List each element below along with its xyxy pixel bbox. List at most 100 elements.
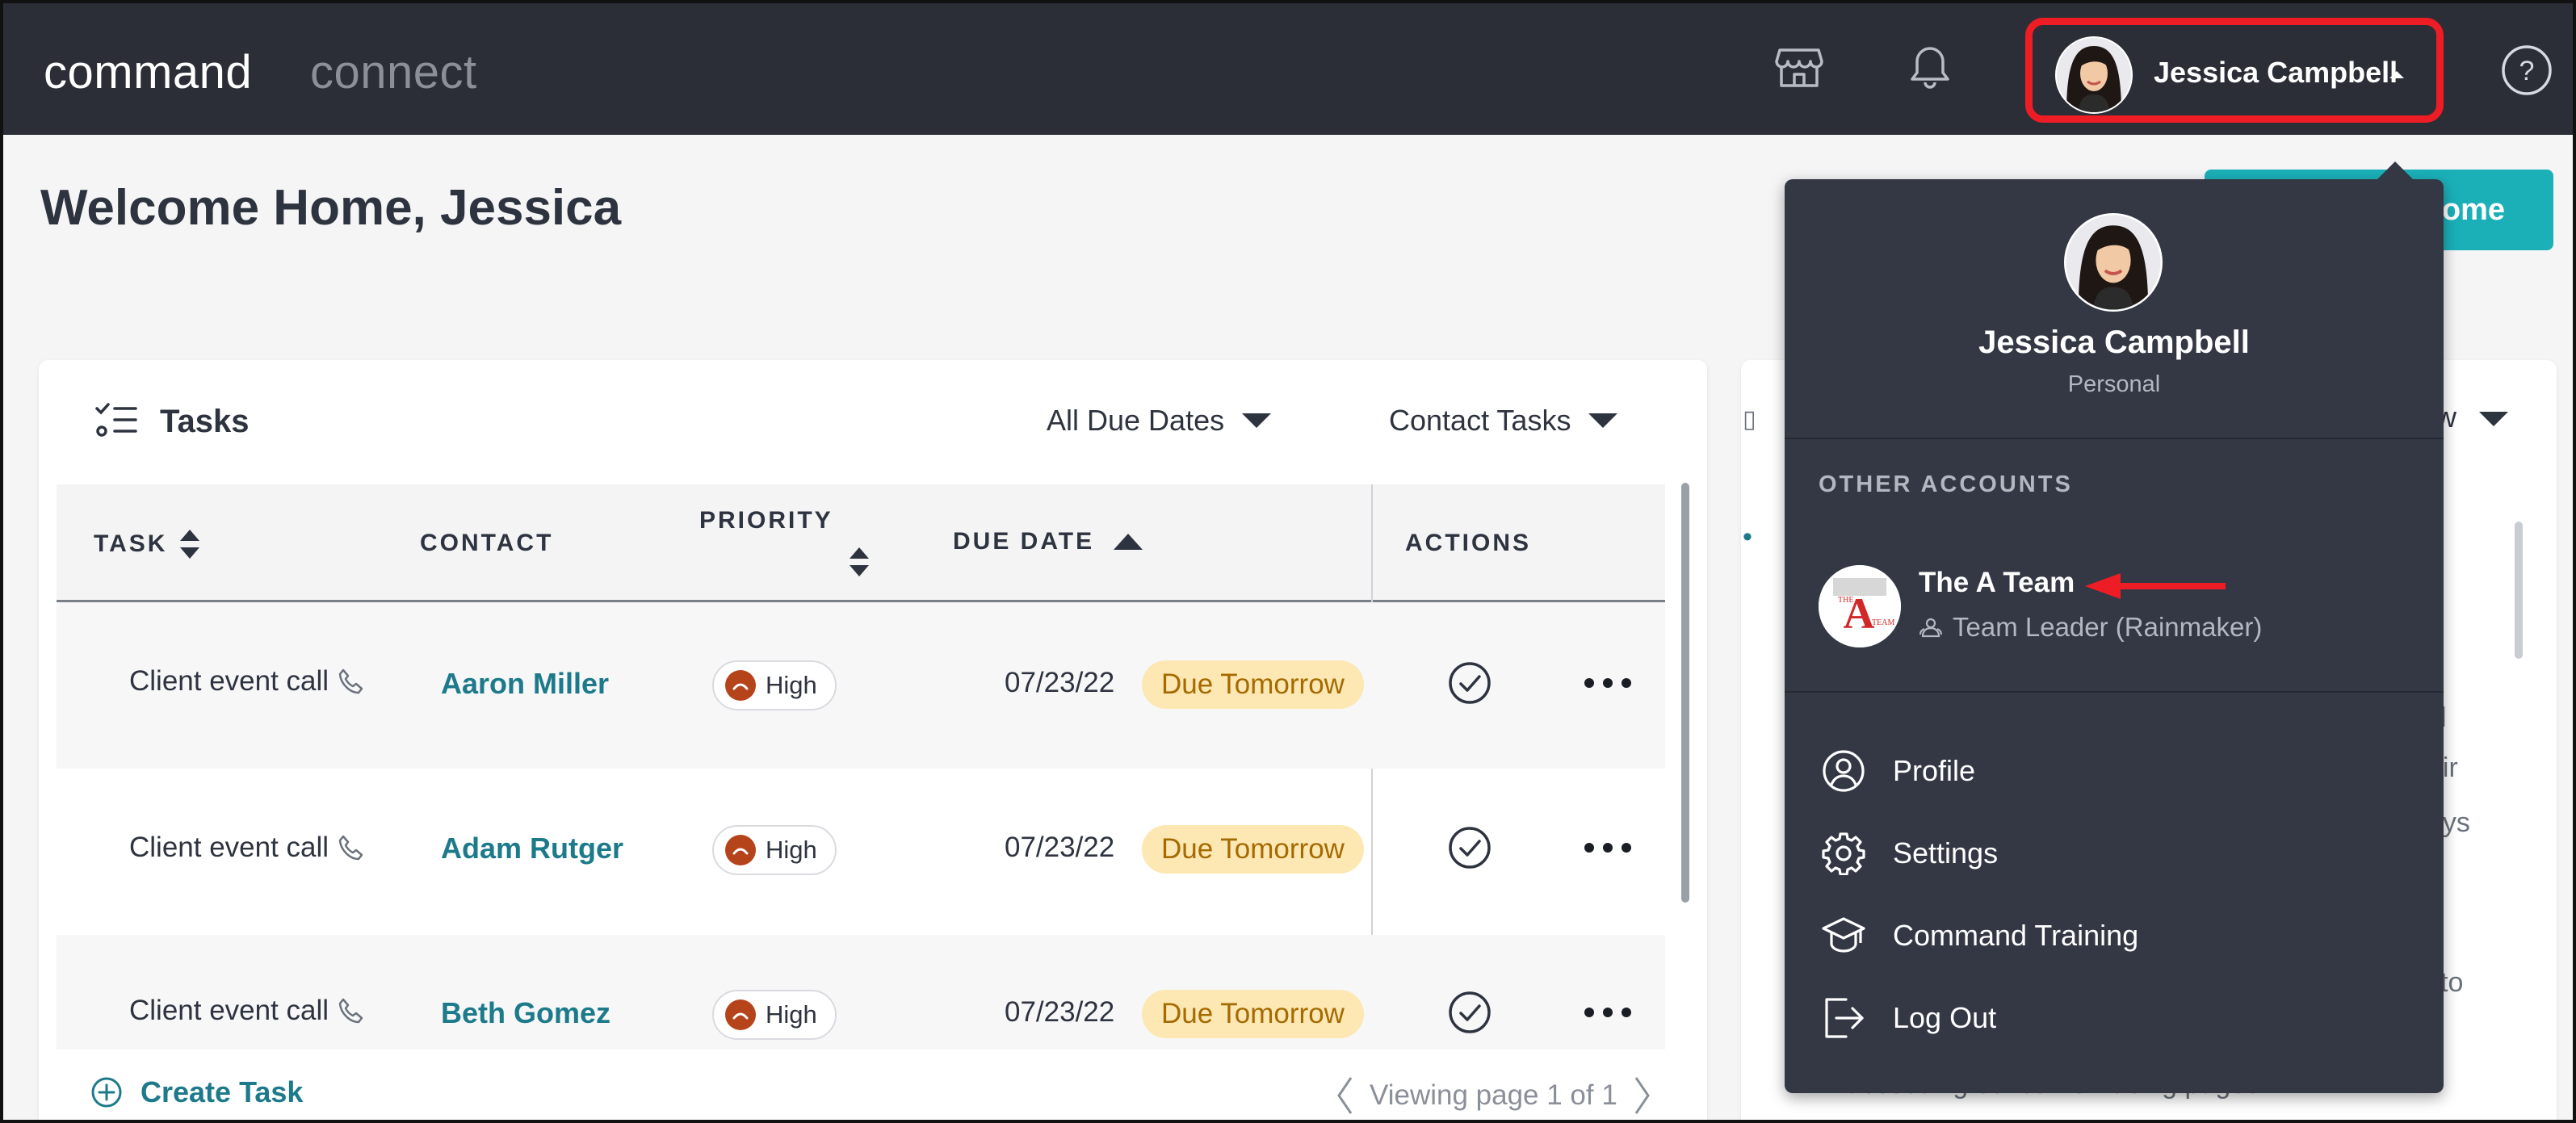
user-name: Jessica Campbell [2154, 56, 2398, 89]
account-role: Team Leader (Rainmaker) [1919, 612, 2262, 643]
tasks-table-header: TASK CONTACT PRIORITY DUE DATE ACTIONS [57, 484, 1665, 602]
table-row[interactable]: Client event call Beth Gomez High 07/23/… [57, 935, 1665, 1050]
actions-column-header: ACTIONS [1405, 530, 1531, 556]
due-date-column-header[interactable]: DUE DATE [953, 528, 1144, 555]
svg-text:THE: THE [1838, 596, 1853, 605]
dropdown-account-type: Personal [2067, 371, 2161, 397]
account-role-label: Team Leader (Rainmaker) [1953, 612, 2263, 642]
priority-high-icon [725, 670, 756, 701]
user-avatar [2055, 36, 2133, 114]
sort-icon[interactable] [848, 544, 871, 580]
user-menu-toggle[interactable]: Jessica Campbell [2025, 18, 2444, 123]
contact-tasks-filter[interactable]: Contact Tasks [1389, 404, 1619, 438]
dropdown-notch [2377, 161, 2413, 179]
task-cell: Client event call [129, 665, 364, 698]
user-circle-icon [1823, 750, 1865, 792]
due-date-filter[interactable]: All Due Dates [1047, 404, 1273, 438]
task-name: Client event call [129, 665, 329, 697]
due-status-badge: Due Tomorrow [1142, 825, 1364, 874]
due-date-filter-label: All Due Dates [1047, 404, 1225, 437]
caret-down-icon [1242, 413, 1272, 428]
priority-column-header[interactable]: PRIORITY [699, 507, 833, 534]
priority-label: High [766, 1000, 817, 1029]
complete-task-icon[interactable] [1447, 990, 1492, 1035]
caret-down-icon[interactable] [2477, 410, 2510, 428]
bell-icon[interactable] [1904, 42, 1956, 94]
tasks-title: Tasks [160, 404, 250, 439]
team-logo: A THE TEAM [1819, 565, 1901, 647]
page-title: Welcome Home, Jessica [40, 180, 622, 236]
menu-item-label: Command Training [1893, 919, 2139, 952]
other-accounts-label: OTHER ACCOUNTS [1819, 471, 2073, 497]
right-card-icon-peek: ▯ [1743, 406, 1756, 433]
storefront-icon[interactable] [1773, 42, 1825, 94]
more-options-icon[interactable] [1583, 1006, 1633, 1019]
complete-task-icon[interactable] [1447, 825, 1492, 870]
create-task-button[interactable]: Create Task [90, 1075, 303, 1109]
menu-item-log-out[interactable]: Log Out [1822, 996, 1996, 1040]
right-card-scrollbar[interactable] [2515, 522, 2523, 659]
app-window: command connect Jessica Campbell ? Welco… [0, 0, 2576, 1123]
account-name: The A Team [1919, 567, 2075, 598]
gear-icon [1822, 832, 1865, 875]
menu-item-label: Settings [1893, 836, 1999, 869]
right-card-bullet: • [1743, 522, 1752, 552]
top-nav: command connect Jessica Campbell ? [3, 3, 2573, 135]
help-icon[interactable]: ? [2500, 44, 2553, 97]
user-dropdown-menu: Jessica Campbell Personal OTHER ACCOUNTS… [1785, 161, 2444, 1093]
task-column-label: TASK [94, 530, 168, 557]
menu-item-settings[interactable]: Settings [1822, 832, 1998, 875]
annotation-arrow-icon [2085, 573, 2226, 599]
phone-icon [338, 835, 363, 861]
priority-badge: High [712, 990, 837, 1040]
task-column-header[interactable]: TASK [94, 526, 201, 562]
menu-item-profile[interactable]: Profile [1822, 749, 1975, 793]
priority-badge: High [712, 825, 837, 875]
create-task-label: Create Task [141, 1075, 304, 1108]
caret-down-icon [1588, 413, 1618, 428]
menu-item-command-training[interactable]: Command Training [1822, 914, 2138, 957]
chevron-left-icon[interactable] [1336, 1075, 1353, 1116]
contact-link[interactable]: Aaron Miller [441, 667, 609, 701]
due-date: 07/23/22 [1005, 667, 1115, 698]
menu-item-label: Profile [1893, 754, 1976, 787]
table-row[interactable]: Client event call Adam Rutger High 07/23… [57, 769, 1665, 935]
table-row[interactable]: Client event call Aaron Miller High 07/2… [57, 602, 1665, 769]
priority-label: High [766, 671, 817, 699]
brand-connect-tab[interactable]: connect [310, 45, 477, 99]
priority-label: High [766, 836, 817, 864]
phone-icon [338, 998, 363, 1024]
plus-circle-icon [91, 1077, 122, 1108]
svg-text:?: ? [2519, 56, 2535, 86]
priority-high-icon [725, 999, 756, 1030]
contact-link[interactable]: Beth Gomez [441, 996, 610, 1030]
divider [1785, 438, 2444, 439]
priority-badge: High [712, 660, 837, 710]
more-options-icon[interactable] [1583, 841, 1633, 854]
due-status-badge: Due Tomorrow [1142, 660, 1364, 709]
divider [1785, 691, 2444, 693]
task-cell: Client event call [129, 995, 364, 1027]
contact-column-header[interactable]: CONTACT [420, 530, 553, 557]
pagination: Viewing page 1 of 1 [1336, 1075, 1651, 1116]
contact-link[interactable]: Adam Rutger [441, 832, 623, 865]
task-cell: Client event call [129, 832, 364, 864]
menu-item-label: Log Out [1893, 1001, 1997, 1034]
due-date: 07/23/22 [1005, 832, 1115, 863]
more-options-icon[interactable] [1583, 677, 1633, 689]
sort-icon [180, 530, 200, 559]
right-card-text: to [2440, 967, 2464, 998]
task-name: Client event call [129, 995, 329, 1026]
table-scrollbar[interactable] [1681, 483, 1689, 903]
team-icon [1919, 618, 1943, 638]
logout-icon [1825, 998, 1864, 1038]
task-name: Client event call [129, 832, 329, 863]
pager-label: Viewing page 1 of 1 [1370, 1079, 1617, 1111]
brand-command-tab[interactable]: command [44, 45, 252, 99]
task-list-icon [95, 403, 137, 437]
chevron-right-icon[interactable] [1634, 1075, 1651, 1116]
dropdown-user-name: Jessica Campbell [1978, 325, 2250, 360]
complete-task-icon[interactable] [1447, 660, 1492, 706]
due-date: 07/23/22 [1005, 996, 1115, 1028]
phone-icon [338, 668, 363, 694]
